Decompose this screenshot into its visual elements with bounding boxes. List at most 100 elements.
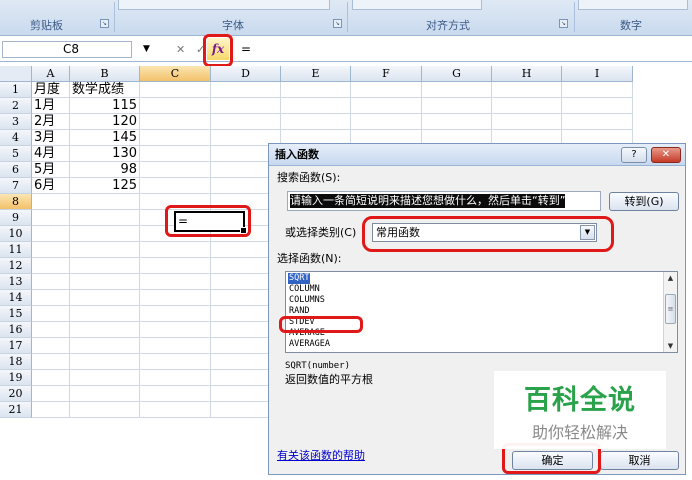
cell-f2[interactable] [351, 98, 422, 114]
cell-b16[interactable] [70, 322, 140, 338]
cell-d2[interactable] [211, 98, 281, 114]
cell-b14[interactable] [70, 290, 140, 306]
row-header-11[interactable]: 11 [0, 242, 32, 258]
function-help-link[interactable]: 有关该函数的帮助 [277, 449, 365, 463]
font-controls[interactable] [118, 0, 330, 10]
row-header-6[interactable]: 6 [0, 162, 32, 178]
cell-a8[interactable] [32, 194, 70, 210]
row-header-5[interactable]: 5 [0, 146, 32, 162]
row-header-9[interactable]: 9 [0, 210, 32, 226]
cell-i1[interactable] [562, 82, 633, 98]
cell-a20[interactable] [32, 386, 70, 402]
column-header-i[interactable]: I [562, 66, 633, 82]
cell-b17[interactable] [70, 338, 140, 354]
cell-a4[interactable]: 3月 [32, 130, 70, 146]
number-controls[interactable] [578, 0, 688, 10]
select-all-corner[interactable] [0, 66, 32, 82]
row-header-1[interactable]: 1 [0, 82, 32, 98]
scroll-down-icon[interactable]: ▼ [664, 340, 677, 352]
cell-a19[interactable] [32, 370, 70, 386]
cell-b15[interactable] [70, 306, 140, 322]
cell-a14[interactable] [32, 290, 70, 306]
function-list-scrollbar[interactable]: ▲ ≡ ▼ [663, 272, 677, 352]
scroll-up-icon[interactable]: ▲ [664, 272, 677, 284]
cell-c11[interactable] [140, 242, 211, 258]
cell-a17[interactable] [32, 338, 70, 354]
cell-b3[interactable]: 120 [70, 114, 140, 130]
row-header-4[interactable]: 4 [0, 130, 32, 146]
cell-g1[interactable] [422, 82, 492, 98]
row-header-18[interactable]: 18 [0, 354, 32, 370]
row-header-13[interactable]: 13 [0, 274, 32, 290]
cell-d1[interactable] [211, 82, 281, 98]
cell-b7[interactable]: 125 [70, 178, 140, 194]
cell-a13[interactable] [32, 274, 70, 290]
cell-e1[interactable] [281, 82, 351, 98]
cell-a6[interactable]: 5月 [32, 162, 70, 178]
cell-a9[interactable] [32, 210, 70, 226]
cell-b13[interactable] [70, 274, 140, 290]
function-item[interactable]: COLUMNS [288, 295, 326, 306]
cell-f1[interactable] [351, 82, 422, 98]
cell-a16[interactable] [32, 322, 70, 338]
cell-a10[interactable] [32, 226, 70, 242]
row-header-21[interactable]: 21 [0, 402, 32, 418]
cell-b21[interactable] [70, 402, 140, 418]
cell-a12[interactable] [32, 258, 70, 274]
cell-c5[interactable] [140, 146, 211, 162]
cell-a5[interactable]: 4月 [32, 146, 70, 162]
cell-d3[interactable] [211, 114, 281, 130]
function-item[interactable]: SQRT [288, 273, 311, 284]
cell-c7[interactable] [140, 178, 211, 194]
cell-f3[interactable] [351, 114, 422, 130]
row-header-8[interactable]: 8 [0, 194, 32, 210]
column-header-c[interactable]: C [140, 66, 211, 82]
cell-c1[interactable] [140, 82, 211, 98]
row-header-7[interactable]: 7 [0, 178, 32, 194]
cell-c19[interactable] [140, 370, 211, 386]
column-header-b[interactable]: B [70, 66, 140, 82]
cell-e2[interactable] [281, 98, 351, 114]
cell-c15[interactable] [140, 306, 211, 322]
cell-b11[interactable] [70, 242, 140, 258]
cell-g3[interactable] [422, 114, 492, 130]
column-header-f[interactable]: F [351, 66, 422, 82]
row-header-10[interactable]: 10 [0, 226, 32, 242]
cell-b20[interactable] [70, 386, 140, 402]
cancel-entry-icon[interactable]: ✕ [176, 41, 185, 58]
column-header-h[interactable]: H [492, 66, 562, 82]
cell-c3[interactable] [140, 114, 211, 130]
cell-g2[interactable] [422, 98, 492, 114]
cell-h1[interactable] [492, 82, 562, 98]
cell-b18[interactable] [70, 354, 140, 370]
cell-b9[interactable] [70, 210, 140, 226]
cell-c20[interactable] [140, 386, 211, 402]
cell-e3[interactable] [281, 114, 351, 130]
cell-c18[interactable] [140, 354, 211, 370]
name-box[interactable]: C8 [2, 41, 132, 58]
cell-a1[interactable]: 月度 [32, 82, 70, 98]
row-header-17[interactable]: 17 [0, 338, 32, 354]
cancel-button[interactable]: 取消 [600, 451, 679, 470]
cell-a7[interactable]: 6月 [32, 178, 70, 194]
cell-c2[interactable] [140, 98, 211, 114]
column-header-d[interactable]: D [211, 66, 281, 82]
formula-input[interactable]: = [238, 41, 688, 58]
cell-h3[interactable] [492, 114, 562, 130]
clipboard-launcher-icon[interactable]: ↘ [100, 19, 109, 28]
cell-b2[interactable]: 115 [70, 98, 140, 114]
cell-c14[interactable] [140, 290, 211, 306]
name-box-dropdown-icon[interactable]: ▼ [143, 41, 150, 58]
cell-a3[interactable]: 2月 [32, 114, 70, 130]
help-button[interactable]: ? [621, 147, 647, 163]
cell-a21[interactable] [32, 402, 70, 418]
cell-c13[interactable] [140, 274, 211, 290]
row-header-14[interactable]: 14 [0, 290, 32, 306]
column-header-a[interactable]: A [32, 66, 70, 82]
column-header-e[interactable]: E [281, 66, 351, 82]
cell-b5[interactable]: 130 [70, 146, 140, 162]
cell-c6[interactable] [140, 162, 211, 178]
function-item[interactable]: COLUMN [288, 284, 321, 295]
cell-i3[interactable] [562, 114, 633, 130]
cell-b10[interactable] [70, 226, 140, 242]
